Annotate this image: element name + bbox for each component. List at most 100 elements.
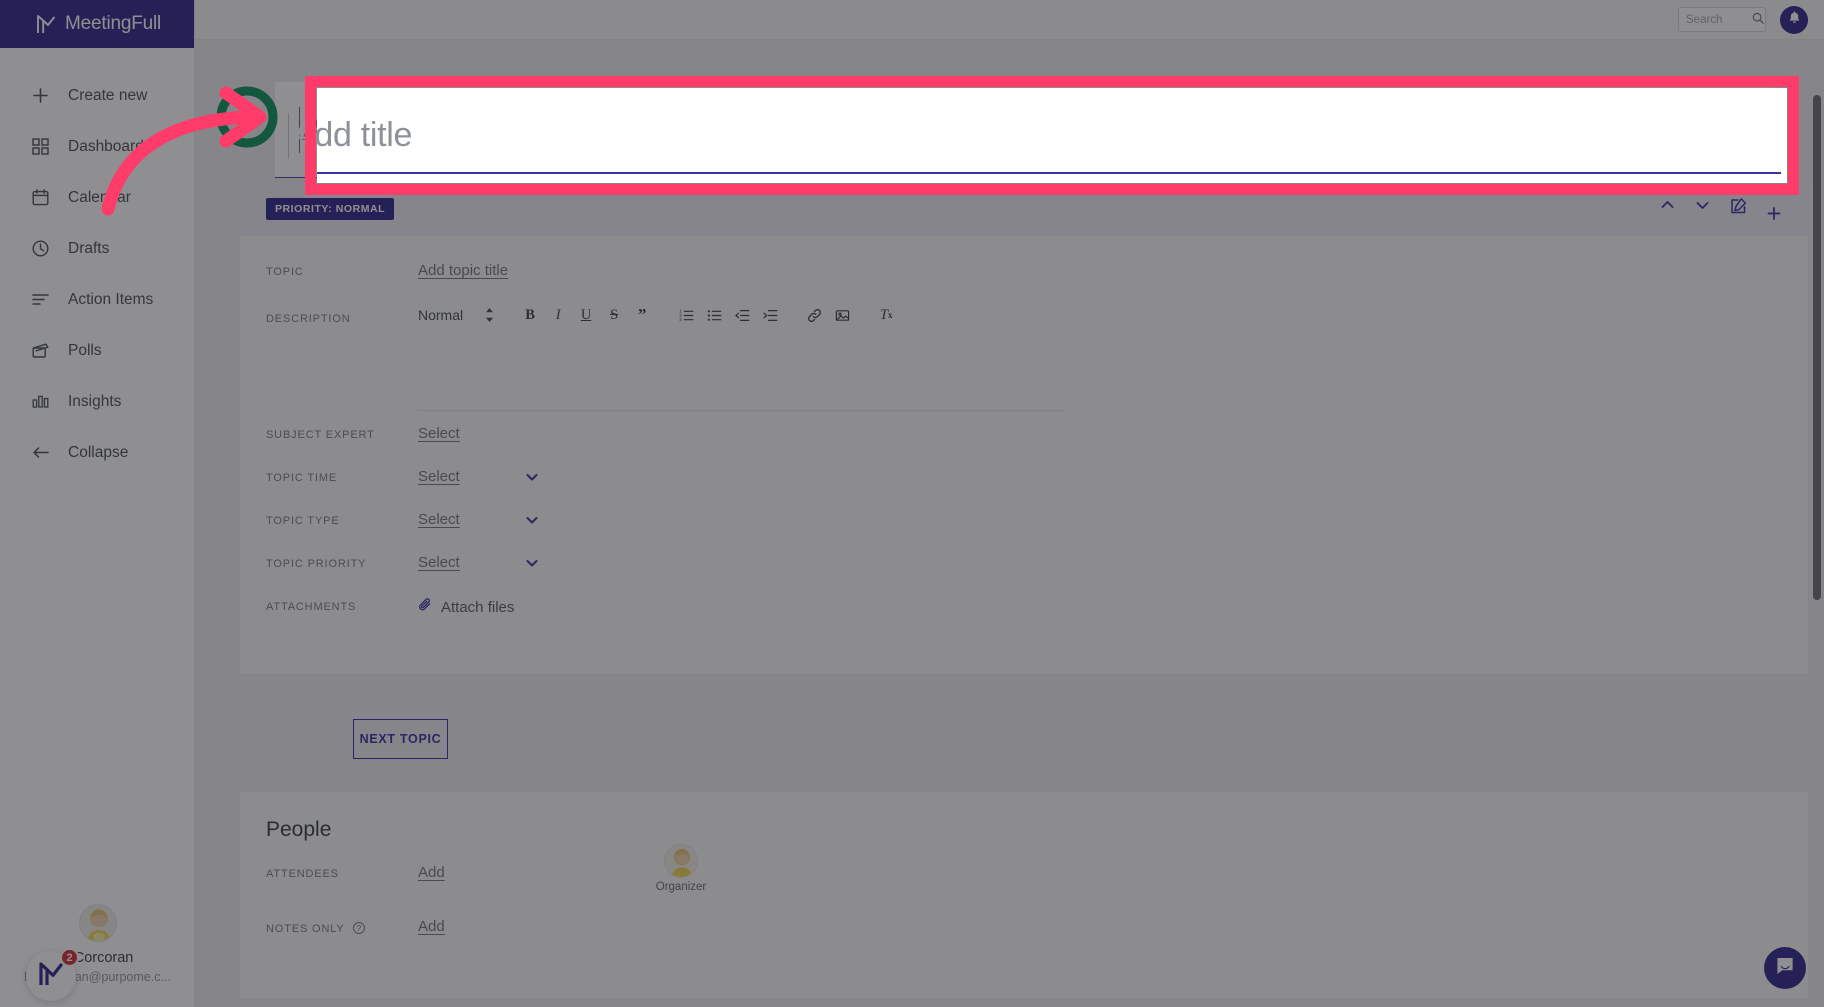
blockquote-button[interactable]: ”	[631, 303, 653, 327]
link-button[interactable]	[803, 303, 825, 327]
search-input[interactable]	[1686, 13, 1746, 26]
chevron-down-icon[interactable]	[524, 512, 540, 528]
organizer-chip[interactable]: Organizer	[650, 844, 712, 893]
italic-button[interactable]: I	[547, 303, 569, 327]
field-row-attachments: ATTACHMENTS Attach files	[266, 597, 1782, 640]
brand-name: MeetingFull	[65, 13, 162, 34]
sidebar-item-action-items[interactable]: Action Items	[0, 274, 194, 325]
sidebar-item-label: Action Items	[68, 290, 154, 308]
subject-expert-select[interactable]: Select	[418, 425, 460, 442]
field-label: TOPIC TIME	[266, 472, 338, 484]
vertical-scrollbar[interactable]	[1813, 95, 1821, 600]
plus-icon	[31, 86, 50, 105]
format-select[interactable]: Normal	[418, 307, 494, 323]
text-style-group: B I U S ”	[516, 303, 656, 327]
add-topic-title-link[interactable]: Add topic title	[418, 262, 508, 279]
notification-count-badge: 2	[60, 948, 79, 967]
sidebar-item-dashboard[interactable]: Dashboard	[0, 121, 194, 172]
edit-square-button[interactable]	[1729, 197, 1748, 216]
meetingfull-logo-icon	[36, 14, 56, 35]
bullet-list-button[interactable]	[703, 303, 725, 327]
strikethrough-button[interactable]: S	[603, 303, 625, 327]
text-caret	[299, 106, 300, 153]
attach-files-label: Attach files	[441, 598, 515, 616]
calendar-icon	[31, 188, 50, 207]
meeting-title-placeholder: Add title	[302, 110, 423, 148]
field-label: ATTACHMENTS	[266, 601, 357, 613]
clear-format-button[interactable]: Tx	[875, 303, 897, 327]
move-up-button[interactable]	[1659, 197, 1676, 214]
search-icon	[1752, 11, 1764, 29]
paperclip-icon	[418, 597, 433, 617]
poll-icon	[31, 341, 50, 360]
topic-card-body: TOPIC Add topic title DESCRIPTION Normal	[240, 236, 1808, 674]
svg-text:3: 3	[679, 317, 682, 322]
outdent-button[interactable]	[731, 303, 753, 327]
field-label: TOPIC PRIORITY	[266, 558, 367, 570]
bold-button[interactable]: B	[519, 303, 541, 327]
notes-only-label: NOTES ONLY	[266, 923, 345, 935]
topic-priority-select[interactable]: Select	[418, 554, 460, 571]
bell-icon	[1787, 10, 1802, 30]
arrow-left-icon	[31, 443, 50, 462]
underline-button[interactable]: U	[575, 303, 597, 327]
notifications-button[interactable]	[1780, 5, 1808, 34]
ordered-list-button[interactable]: 1 2 3	[675, 303, 697, 327]
sidebar-item-create-new[interactable]: Create new	[0, 70, 194, 121]
move-down-button[interactable]	[1694, 197, 1711, 214]
question-circle-icon[interactable]: ?	[353, 922, 366, 934]
image-button[interactable]	[831, 303, 853, 327]
meetingfull-badge-icon	[37, 960, 65, 993]
field-row-topic: TOPIC Add topic title	[266, 262, 1782, 305]
main-content: Add title PRIORITY: NORMAL TOPIC Add top…	[195, 40, 1824, 1007]
brand-logo[interactable]: MeetingFull	[0, 0, 194, 48]
chevron-updown-icon	[485, 308, 494, 322]
sidebar-item-drafts[interactable]: Drafts	[0, 223, 194, 274]
chevron-down-icon[interactable]	[524, 469, 540, 485]
sidebar-item-label: Insights	[68, 392, 122, 410]
format-select-value: Normal	[418, 307, 464, 323]
field-label: DESCRIPTION	[266, 313, 351, 325]
messenger-badge-button[interactable]: 2	[26, 948, 79, 1001]
add-topic-button[interactable]	[1766, 206, 1782, 222]
sidebar-item-insights[interactable]: Insights	[0, 376, 194, 427]
field-label: NOTES ONLY ?	[266, 918, 418, 935]
sidebar-item-label: Dashboard	[68, 137, 144, 155]
clock-icon	[31, 239, 50, 258]
indent-button[interactable]	[759, 303, 781, 327]
attach-files-button[interactable]: Attach files	[418, 597, 514, 617]
app-root: MeetingFull Create new Dashboard Calenda…	[0, 0, 1824, 1007]
description-editor[interactable]	[418, 328, 1782, 408]
meeting-title-field[interactable]: Add title	[275, 82, 1770, 178]
sidebar-item-label: Collapse	[68, 443, 129, 461]
field-row-topic-type: TOPIC TYPE Select	[266, 511, 1782, 554]
field-row-subject-expert: SUBJECT EXPERT Select	[266, 425, 1782, 468]
field-row-notes-only: NOTES ONLY ? Add	[266, 918, 1782, 972]
topic-card-actions	[1659, 197, 1782, 222]
add-notes-only-link[interactable]: Add	[418, 918, 445, 935]
chat-bubble-icon	[1774, 955, 1796, 982]
topic-type-select[interactable]: Select	[418, 511, 460, 528]
sidebar-item-calendar[interactable]: Calendar	[0, 172, 194, 223]
priority-badge: PRIORITY: NORMAL	[266, 198, 395, 220]
sidebar-item-collapse[interactable]: Collapse	[0, 427, 194, 478]
avatar	[78, 904, 117, 942]
editor-divider	[418, 410, 1066, 411]
add-attendees-link[interactable]: Add	[418, 864, 445, 881]
sidebar-item-label: Calendar	[68, 188, 131, 206]
people-section: People ATTENDEES Add NOTES ONLY ? Add Or…	[240, 792, 1808, 998]
search-box[interactable]	[1678, 7, 1766, 32]
sidebar-item-label: Create new	[68, 86, 148, 104]
field-label: TOPIC	[266, 266, 304, 278]
chat-launcher-button[interactable]	[1764, 947, 1806, 989]
field-row-topic-time: TOPIC TIME Select	[266, 468, 1782, 511]
insert-group	[800, 303, 856, 327]
sidebar-item-label: Drafts	[68, 239, 110, 257]
sidebar-item-polls[interactable]: Polls	[0, 325, 194, 376]
next-topic-button[interactable]: NEXT TOPIC	[353, 719, 448, 759]
chevron-down-icon[interactable]	[524, 555, 540, 571]
topic-time-select[interactable]: Select	[418, 468, 460, 485]
bar-chart-icon	[31, 392, 50, 411]
grid-icon	[31, 137, 50, 156]
field-row-description: DESCRIPTION Normal B I U S ” 1 2 3 T x	[266, 305, 1782, 411]
